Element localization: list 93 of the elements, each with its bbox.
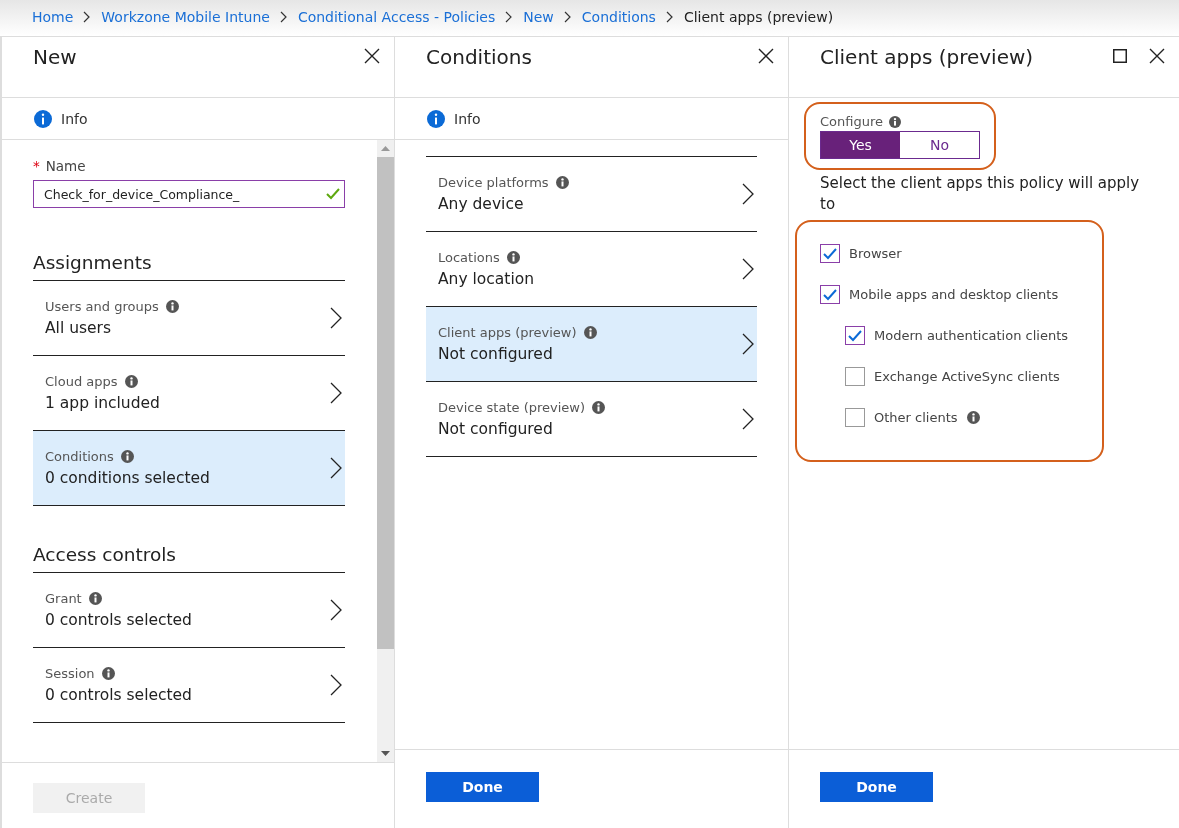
checkbox-label: Modern authentication clients	[874, 328, 1069, 343]
nav-item[interactable]: Users and groups All users	[33, 281, 345, 356]
breadcrumb-current: Client apps (preview)	[683, 9, 834, 25]
info-icon[interactable]	[966, 411, 980, 424]
chevron-right-icon	[330, 457, 342, 479]
item-label: Grant	[45, 591, 82, 606]
done-button[interactable]: Done	[426, 772, 539, 802]
info-icon[interactable]	[592, 401, 606, 414]
info-icon[interactable]	[101, 667, 115, 680]
item-label: Conditions	[45, 449, 114, 464]
item-label: Device state (preview)	[438, 400, 586, 415]
item-value: 0 controls selected	[45, 611, 192, 629]
scroll-thumb[interactable]	[377, 157, 394, 649]
info-icon[interactable]	[165, 300, 179, 313]
required-asterisk: *	[33, 158, 40, 174]
info-link[interactable]: Info	[2, 98, 394, 140]
breadcrumb-link[interactable]: Conditions	[581, 9, 656, 25]
item-value: Any device	[438, 195, 525, 213]
chevron-right-icon	[505, 11, 514, 23]
chevron-right-icon	[330, 599, 342, 621]
info-icon[interactable]	[34, 109, 52, 128]
close-icon[interactable]	[364, 48, 380, 64]
info-icon[interactable]	[120, 450, 134, 463]
scrollbar[interactable]	[377, 140, 394, 762]
item-value: 1 app included	[45, 394, 160, 412]
nav-item[interactable]: Device state (preview) Not configured	[426, 382, 757, 457]
breadcrumb-link[interactable]: Conditional Access - Policies	[297, 9, 496, 25]
item-value: All users	[45, 319, 113, 337]
chevron-right-icon	[563, 11, 572, 23]
item-value: Not configured	[438, 420, 554, 438]
nav-item[interactable]: Session 0 controls selected	[33, 648, 345, 723]
checkbox[interactable]	[820, 244, 840, 263]
breadcrumb-link[interactable]: Workzone Mobile Intune	[101, 9, 270, 25]
pane-title: New	[33, 44, 77, 69]
info-icon[interactable]	[555, 176, 569, 189]
pane-title: Conditions	[426, 44, 532, 69]
item-label: Users and groups	[45, 299, 159, 314]
info-link[interactable]: Info	[395, 98, 788, 140]
info-icon[interactable]	[427, 109, 445, 128]
chevron-right-icon	[665, 11, 674, 23]
checkbox-label: Other clients	[874, 410, 958, 425]
item-label: Cloud apps	[45, 374, 118, 389]
checkmark-icon	[848, 329, 862, 342]
checkmark-icon	[823, 288, 837, 301]
item-label: Locations	[438, 250, 500, 265]
chevron-right-icon	[742, 333, 754, 355]
info-icon[interactable]	[88, 592, 102, 605]
item-value: Not configured	[438, 345, 554, 363]
item-value: Any location	[438, 270, 535, 288]
field-label: Name	[45, 158, 86, 174]
chevron-right-icon	[742, 183, 754, 205]
info-icon[interactable]	[583, 326, 597, 339]
breadcrumb-link[interactable]: New	[523, 9, 554, 25]
scroll-down-icon[interactable]	[381, 751, 390, 756]
item-label: Session	[45, 666, 95, 681]
pane-title: Client apps (preview)	[820, 44, 1034, 69]
breadcrumb-link[interactable]: Home	[32, 9, 74, 25]
checkbox[interactable]	[820, 285, 840, 304]
close-icon[interactable]	[1149, 48, 1165, 64]
info-icon[interactable]	[124, 375, 138, 388]
name-field[interactable]: Check_for_device_Compliance_	[33, 180, 345, 208]
checkbox[interactable]	[845, 326, 865, 345]
nav-item[interactable]: Conditions 0 conditions selected	[33, 431, 345, 506]
maximize-icon[interactable]	[1113, 49, 1127, 63]
item-value: 0 controls selected	[45, 686, 192, 704]
chevron-right-icon	[330, 307, 342, 329]
chevron-right-icon	[742, 408, 754, 430]
item-value: 0 conditions selected	[45, 469, 210, 487]
item-label: Client apps (preview)	[438, 325, 577, 340]
section-heading: Access controls	[33, 544, 177, 567]
nav-item[interactable]: Device platforms Any device	[426, 157, 757, 232]
chevron-right-icon	[279, 11, 288, 23]
checkbox-label: Mobile apps and desktop clients	[849, 287, 1059, 302]
instruction-text: Select the client apps this policy will apply to	[820, 173, 1141, 215]
checkbox[interactable]	[845, 367, 865, 386]
close-icon[interactable]	[758, 48, 774, 64]
item-label: Device platforms	[438, 175, 549, 190]
checkbox-label: Exchange ActiveSync clients	[874, 369, 1060, 384]
chevron-right-icon	[330, 382, 342, 404]
done-button[interactable]: Done	[820, 772, 933, 802]
toggle-option[interactable]: Yes	[821, 132, 900, 158]
chevron-right-icon	[83, 11, 92, 23]
nav-item[interactable]: Grant 0 controls selected	[33, 573, 345, 648]
field-label: Configure	[820, 114, 883, 129]
info-icon[interactable]	[506, 251, 520, 264]
nav-item[interactable]: Client apps (preview) Not configured	[426, 307, 757, 382]
checkbox[interactable]	[845, 408, 865, 427]
chevron-right-icon	[742, 258, 754, 280]
checkbox-label: Browser	[849, 246, 902, 261]
info-icon[interactable]	[889, 115, 901, 128]
chevron-right-icon	[330, 674, 342, 696]
section-heading: Assignments	[33, 252, 153, 275]
checkmark-icon	[823, 247, 837, 260]
